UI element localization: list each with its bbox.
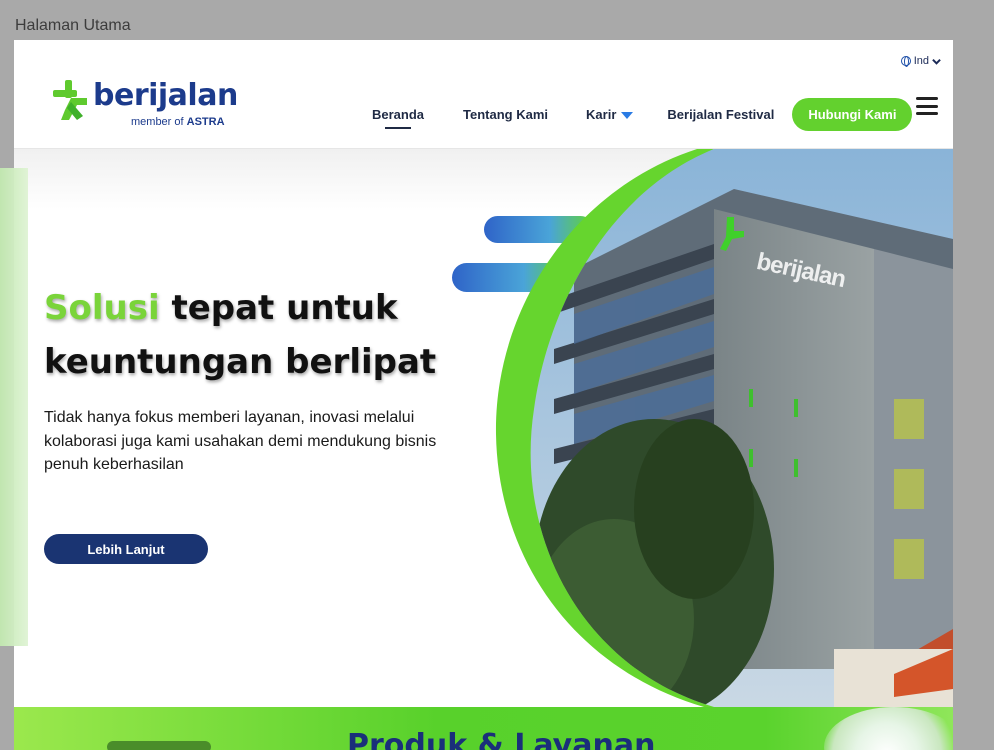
decor-glow (824, 707, 953, 750)
products-section-header: Produk & Layanan (14, 707, 953, 750)
site-header: Ind berijalan member of ASTRA Beranda Te… (14, 40, 953, 149)
nav-tentang-kami[interactable]: Tentang Kami (463, 107, 548, 122)
nav-berijalan-festival[interactable]: Berijalan Festival (667, 107, 774, 122)
hero-description: Tidak hanya fokus memberi layanan, inova… (44, 409, 437, 473)
web-page: Ind berijalan member of ASTRA Beranda Te… (14, 40, 953, 750)
tagline-prefix: member of (131, 116, 184, 128)
caret-down-icon (621, 112, 634, 119)
section-title: Produk & Layanan (347, 728, 656, 750)
main-nav: Beranda Tentang Kami Karir Berijalan Fes… (372, 98, 913, 131)
hero-title-accent: Solusi (44, 288, 160, 328)
hero-banner: Solusi tepat untuk keuntungan berlipat T… (14, 149, 953, 707)
nav-karir-label: Karir (586, 107, 617, 122)
nav-beranda[interactable]: Beranda (372, 107, 424, 129)
hero-title: Solusi tepat untuk keuntungan berlipat (44, 281, 436, 389)
language-label: Ind (913, 55, 929, 67)
globe-icon (900, 56, 911, 67)
logo-tagline: member of ASTRA (131, 116, 225, 128)
decor-pill (107, 741, 211, 750)
tagline-brand: ASTRA (186, 116, 225, 128)
hamburger-menu-icon[interactable] (916, 97, 938, 115)
side-scroll-panel[interactable] (0, 168, 28, 646)
hero-title-line2: keuntungan berlipat (44, 342, 437, 382)
window-title: Halaman Utama (15, 17, 131, 34)
hero-title-line1: tepat untuk (171, 288, 398, 328)
language-selector[interactable]: Ind (900, 55, 941, 67)
chevron-down-icon (932, 58, 941, 65)
nav-karir[interactable]: Karir (586, 107, 634, 122)
contact-button[interactable]: Hubungi Kami (792, 98, 913, 131)
brand-logo[interactable]: berijalan member of ASTRA (51, 78, 238, 130)
berijalan-logo-icon (53, 80, 87, 120)
learn-more-button[interactable]: Lebih Lanjut (44, 534, 208, 564)
logo-wordmark: berijalan (93, 78, 238, 113)
